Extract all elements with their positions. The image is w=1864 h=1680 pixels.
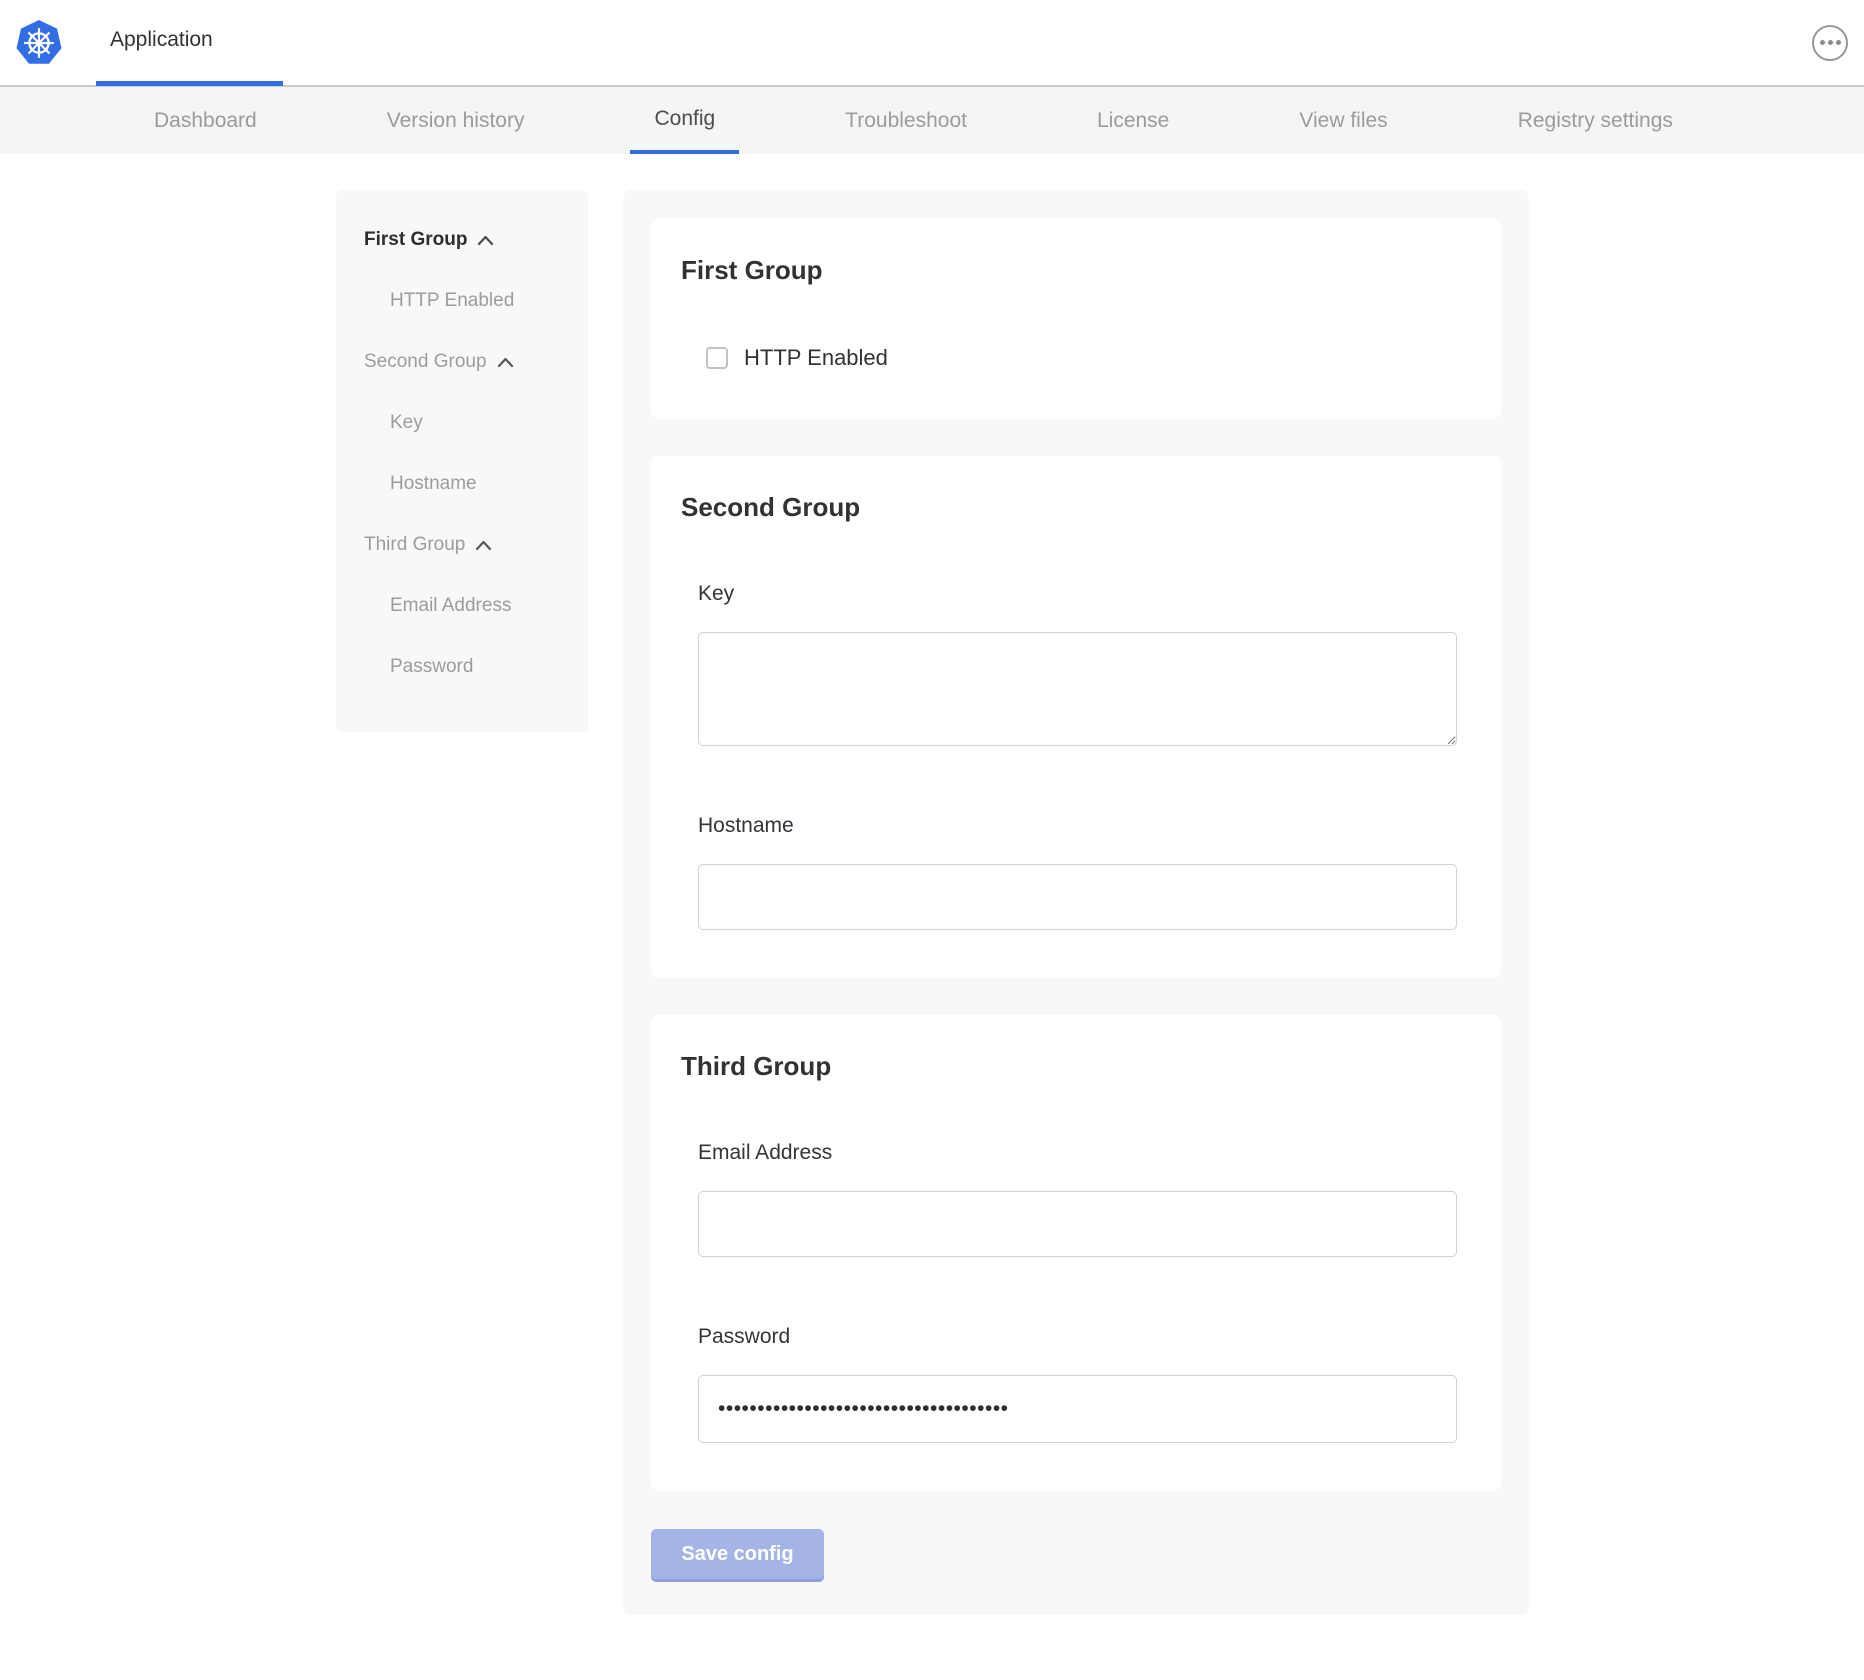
sidebar-item-third-group[interactable]: Third Group <box>336 531 588 559</box>
config-group-third: Third Group Email Address Password •••••… <box>651 1015 1501 1491</box>
checkbox-label: HTTP Enabled <box>744 345 888 371</box>
group-title: Third Group <box>681 1051 1457 1081</box>
sidebar-item-label: Third Group <box>364 534 465 556</box>
app-header: Application <box>0 0 1864 87</box>
tab-troubleshoot[interactable]: Troubleshoot <box>821 87 991 154</box>
tab-license[interactable]: License <box>1073 87 1193 154</box>
sidebar-item-label: Hostname <box>390 473 477 495</box>
sidebar-item-second-group[interactable]: Second Group <box>336 348 588 376</box>
key-textarea[interactable] <box>698 632 1457 746</box>
tab-version-history[interactable]: Version history <box>363 87 549 154</box>
app-title: Application <box>110 28 213 52</box>
key-label: Key <box>698 582 1457 606</box>
sidebar-item-key[interactable]: Key <box>336 409 588 437</box>
tab-application[interactable]: Application <box>96 0 283 86</box>
app-navbar: Dashboard Version history Config Trouble… <box>0 87 1864 154</box>
password-label: Password <box>698 1325 1457 1349</box>
sidebar-item-label: First Group <box>364 229 467 251</box>
http-enabled-checkbox-row[interactable]: HTTP Enabled <box>706 345 1457 371</box>
sidebar-item-label: HTTP Enabled <box>390 290 514 312</box>
save-config-button[interactable]: Save config <box>651 1529 824 1579</box>
group-title: Second Group <box>681 492 1457 522</box>
config-form-panel: First Group HTTP Enabled Second Group Ke… <box>623 190 1529 1615</box>
email-address-label: Email Address <box>698 1141 1457 1165</box>
hostname-input[interactable] <box>698 864 1457 930</box>
tab-config[interactable]: Config <box>630 87 739 154</box>
ellipsis-menu-icon[interactable] <box>1812 25 1848 61</box>
http-enabled-checkbox[interactable] <box>706 347 728 369</box>
sidebar-item-first-group[interactable]: First Group <box>336 226 588 254</box>
group-title: First Group <box>681 255 1457 285</box>
sidebar-item-hostname[interactable]: Hostname <box>336 470 588 498</box>
config-sidebar: First Group HTTP Enabled Second Group Ke… <box>336 190 588 732</box>
sidebar-item-label: Key <box>390 412 423 434</box>
kubernetes-logo-icon <box>15 19 63 67</box>
sidebar-item-http-enabled[interactable]: HTTP Enabled <box>336 287 588 315</box>
config-group-first: First Group HTTP Enabled <box>651 219 1501 419</box>
chevron-up-icon <box>475 540 492 551</box>
sidebar-item-email-address[interactable]: Email Address <box>336 592 588 620</box>
sidebar-item-label: Second Group <box>364 351 487 373</box>
sidebar-item-label: Email Address <box>390 595 511 617</box>
email-address-input[interactable] <box>698 1191 1457 1257</box>
tab-view-files[interactable]: View files <box>1275 87 1411 154</box>
chevron-up-icon <box>497 357 514 368</box>
chevron-up-icon <box>477 235 494 246</box>
sidebar-item-label: Password <box>390 656 473 678</box>
sidebar-item-password[interactable]: Password <box>336 653 588 681</box>
tab-registry-settings[interactable]: Registry settings <box>1494 87 1697 154</box>
config-group-second: Second Group Key Hostname <box>651 456 1501 978</box>
config-page: First Group HTTP Enabled Second Group Ke… <box>336 190 1864 1615</box>
password-input[interactable]: ••••••••••••••••••••••••••••••••••••• <box>698 1375 1457 1443</box>
hostname-label: Hostname <box>698 814 1457 838</box>
tab-dashboard[interactable]: Dashboard <box>130 87 281 154</box>
